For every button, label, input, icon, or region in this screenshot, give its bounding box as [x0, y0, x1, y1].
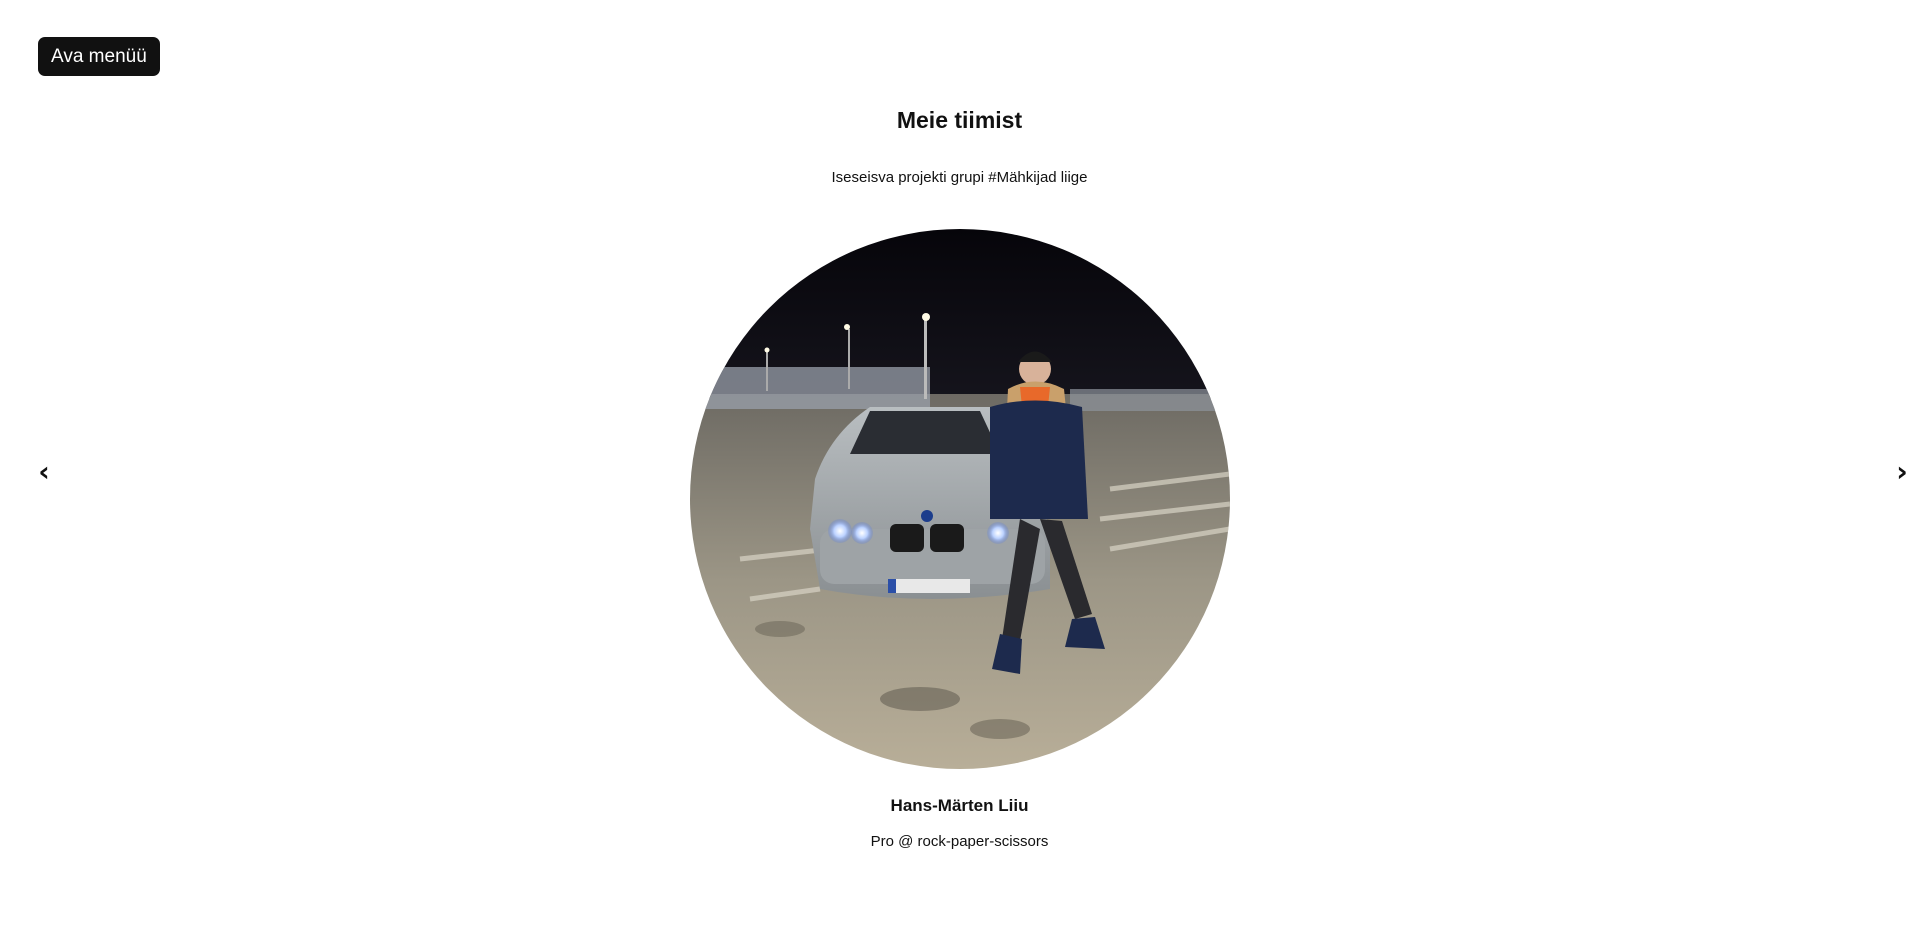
- open-menu-button[interactable]: Ava menüü: [38, 37, 160, 76]
- page-title: Meie tiimist: [896, 107, 1023, 133]
- carousel-prev-button[interactable]: ‹: [29, 455, 59, 489]
- member-photo: [690, 229, 1230, 769]
- page-subtitle: Iseseisva projekti grupi #Mähkijad liige: [831, 169, 1088, 186]
- member-role: Pro @ rock-paper-scissors: [870, 833, 1049, 850]
- member-name: Hans-Märten Liiu: [890, 796, 1029, 815]
- carousel-next-button[interactable]: ›: [1887, 455, 1917, 489]
